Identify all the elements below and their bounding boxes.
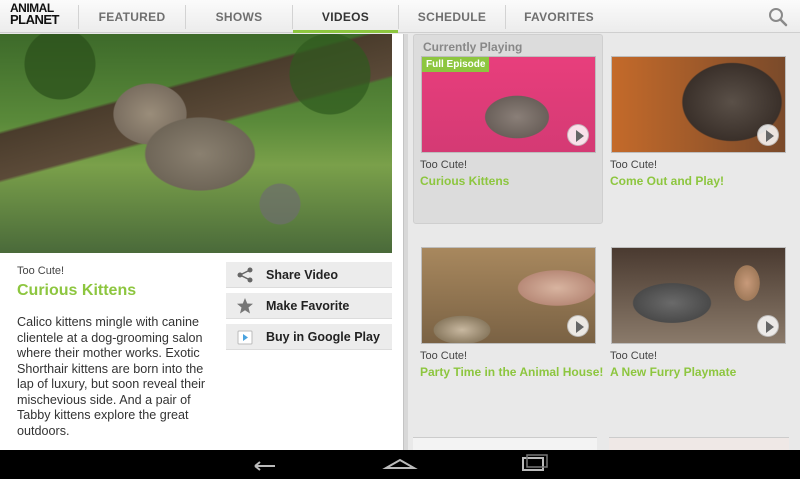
tab-videos[interactable]: VIDEOS <box>293 0 398 33</box>
video-card-partial[interactable] <box>413 437 597 450</box>
buy-google-play-label: Buy in Google Play <box>266 330 380 344</box>
video-thumbnail[interactable]: Full Episode <box>421 56 596 153</box>
make-favorite-label: Make Favorite <box>266 299 350 313</box>
share-video-label: Share Video <box>266 268 339 282</box>
tab-shows[interactable]: SHOWS <box>186 0 292 33</box>
video-detail-pane: Too Cute! Curious Kittens Calico kittens… <box>0 34 403 450</box>
star-icon <box>237 298 253 314</box>
video-show-name: Too Cute! <box>610 350 658 362</box>
search-icon[interactable] <box>768 7 788 27</box>
tab-schedule[interactable]: SCHEDULE <box>399 0 505 33</box>
pane-divider[interactable] <box>403 34 408 450</box>
video-title[interactable]: A New Furry Playmate <box>610 365 736 379</box>
video-show-name: Too Cute! <box>610 159 658 171</box>
video-show-name: Too Cute! <box>420 350 468 362</box>
video-show-name: Too Cute! <box>420 159 468 171</box>
video-grid: Currently Playing Full Episode Too Cute!… <box>409 34 800 450</box>
play-icon[interactable] <box>757 124 779 146</box>
google-play-icon <box>237 330 253 345</box>
system-navigation-bar <box>0 450 800 479</box>
buy-google-play-button[interactable]: Buy in Google Play <box>226 324 392 350</box>
full-episode-badge: Full Episode <box>422 57 490 72</box>
detail-title: Curious Kittens <box>17 282 137 299</box>
currently-playing-label: Currently Playing <box>423 40 523 54</box>
video-thumbnail[interactable] <box>611 247 786 344</box>
detail-show-name: Too Cute! <box>17 265 65 277</box>
video-title[interactable]: Party Time in the Animal House! <box>420 365 603 379</box>
play-icon[interactable] <box>757 315 779 337</box>
share-icon <box>237 267 253 283</box>
home-icon[interactable] <box>380 452 420 476</box>
play-icon[interactable] <box>567 124 589 146</box>
action-bar: ANIMAL PLANET FEATURED SHOWS VIDEOS SCHE… <box>0 0 800 33</box>
video-thumbnail[interactable] <box>611 56 786 153</box>
animal-planet-logo[interactable]: ANIMAL PLANET <box>10 2 66 31</box>
video-frame-image <box>0 34 392 253</box>
tab-featured[interactable]: FEATURED <box>79 0 185 33</box>
recent-apps-icon[interactable] <box>515 452 555 476</box>
video-thumbnail[interactable] <box>421 247 596 344</box>
video-title[interactable]: Come Out and Play! <box>610 174 724 188</box>
video-player[interactable] <box>0 34 392 253</box>
back-icon[interactable] <box>245 452 285 476</box>
video-card-partial[interactable] <box>609 437 789 450</box>
detail-description: Calico kittens mingle with canine client… <box>17 315 206 438</box>
play-icon[interactable] <box>567 315 589 337</box>
logo-line2: PLANET <box>10 12 60 27</box>
tab-favorites[interactable]: FAVORITES <box>506 0 612 33</box>
share-video-button[interactable]: Share Video <box>226 262 392 288</box>
make-favorite-button[interactable]: Make Favorite <box>226 293 392 319</box>
video-title[interactable]: Curious Kittens <box>420 174 509 188</box>
